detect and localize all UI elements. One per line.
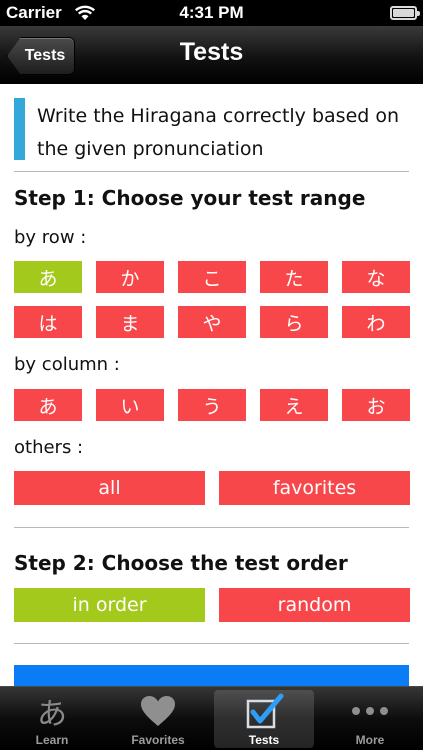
in-order-button[interactable]: in order	[14, 588, 205, 622]
status-bar: Carrier 4:31 PM	[0, 0, 423, 26]
order-buttons: in order random	[14, 588, 410, 622]
row-button-ko[interactable]: こ	[178, 261, 246, 293]
more-dots-icon	[320, 692, 420, 730]
tab-learn[interactable]: あ Learn	[2, 690, 102, 748]
column-button-e[interactable]: え	[260, 389, 328, 421]
page-title: Tests	[179, 38, 244, 66]
row-button-ma[interactable]: ま	[96, 306, 164, 338]
by-row-label: by row :	[14, 227, 87, 248]
navigation-bar: Tests Tests	[0, 26, 423, 84]
tab-more[interactable]: More	[320, 690, 420, 748]
start-test-button[interactable]	[14, 665, 409, 688]
column-buttons: あ い う え お	[14, 389, 410, 421]
instruction-text: Write the Hiragana correctly based on th…	[37, 105, 400, 160]
others-buttons: all favorites	[14, 471, 410, 505]
instruction-accent-bar	[14, 98, 25, 160]
tab-learn-label: Learn	[35, 733, 69, 747]
divider	[14, 171, 409, 172]
row-button-a[interactable]: あ	[14, 261, 82, 293]
row-button-wa[interactable]: わ	[342, 306, 410, 338]
tab-tests[interactable]: Tests	[214, 690, 314, 748]
tab-favorites[interactable]: Favorites	[108, 690, 208, 748]
column-button-u[interactable]: う	[178, 389, 246, 421]
row-button-na[interactable]: な	[342, 261, 410, 293]
instruction-box: Write the Hiragana correctly based on th…	[14, 98, 409, 164]
hiragana-a-icon: あ	[37, 697, 67, 732]
content-area[interactable]: Write the Hiragana correctly based on th…	[0, 84, 423, 688]
heart-icon	[108, 692, 208, 730]
others-label: others :	[14, 437, 84, 458]
divider	[14, 527, 409, 528]
row-button-ta[interactable]: た	[260, 261, 328, 293]
battery-icon	[390, 6, 420, 20]
row-button-ha[interactable]: は	[14, 306, 82, 338]
favorites-button[interactable]: favorites	[219, 471, 410, 505]
row-buttons-2: は ま や ら わ	[14, 306, 410, 338]
step1-heading: Step 1: Choose your test range	[14, 186, 366, 210]
tab-tests-label: Tests	[248, 733, 280, 747]
column-button-o[interactable]: お	[342, 389, 410, 421]
random-button[interactable]: random	[219, 588, 410, 622]
row-button-ya[interactable]: や	[178, 306, 246, 338]
row-button-ra[interactable]: ら	[260, 306, 328, 338]
by-column-label: by column :	[14, 354, 120, 375]
all-button[interactable]: all	[14, 471, 205, 505]
tab-favorites-label: Favorites	[131, 733, 185, 747]
step2-heading: Step 2: Choose the test order	[14, 551, 348, 575]
tab-more-label: More	[355, 733, 385, 747]
status-time: 4:31 PM	[179, 3, 244, 22]
divider	[14, 643, 409, 644]
column-button-i[interactable]: い	[96, 389, 164, 421]
column-button-a[interactable]: あ	[14, 389, 82, 421]
row-button-ka[interactable]: か	[96, 261, 164, 293]
tab-bar: あ Learn Favorites Tests More	[0, 686, 423, 750]
checkbox-icon	[214, 692, 314, 730]
row-buttons-1: あ か こ た な	[14, 261, 410, 293]
